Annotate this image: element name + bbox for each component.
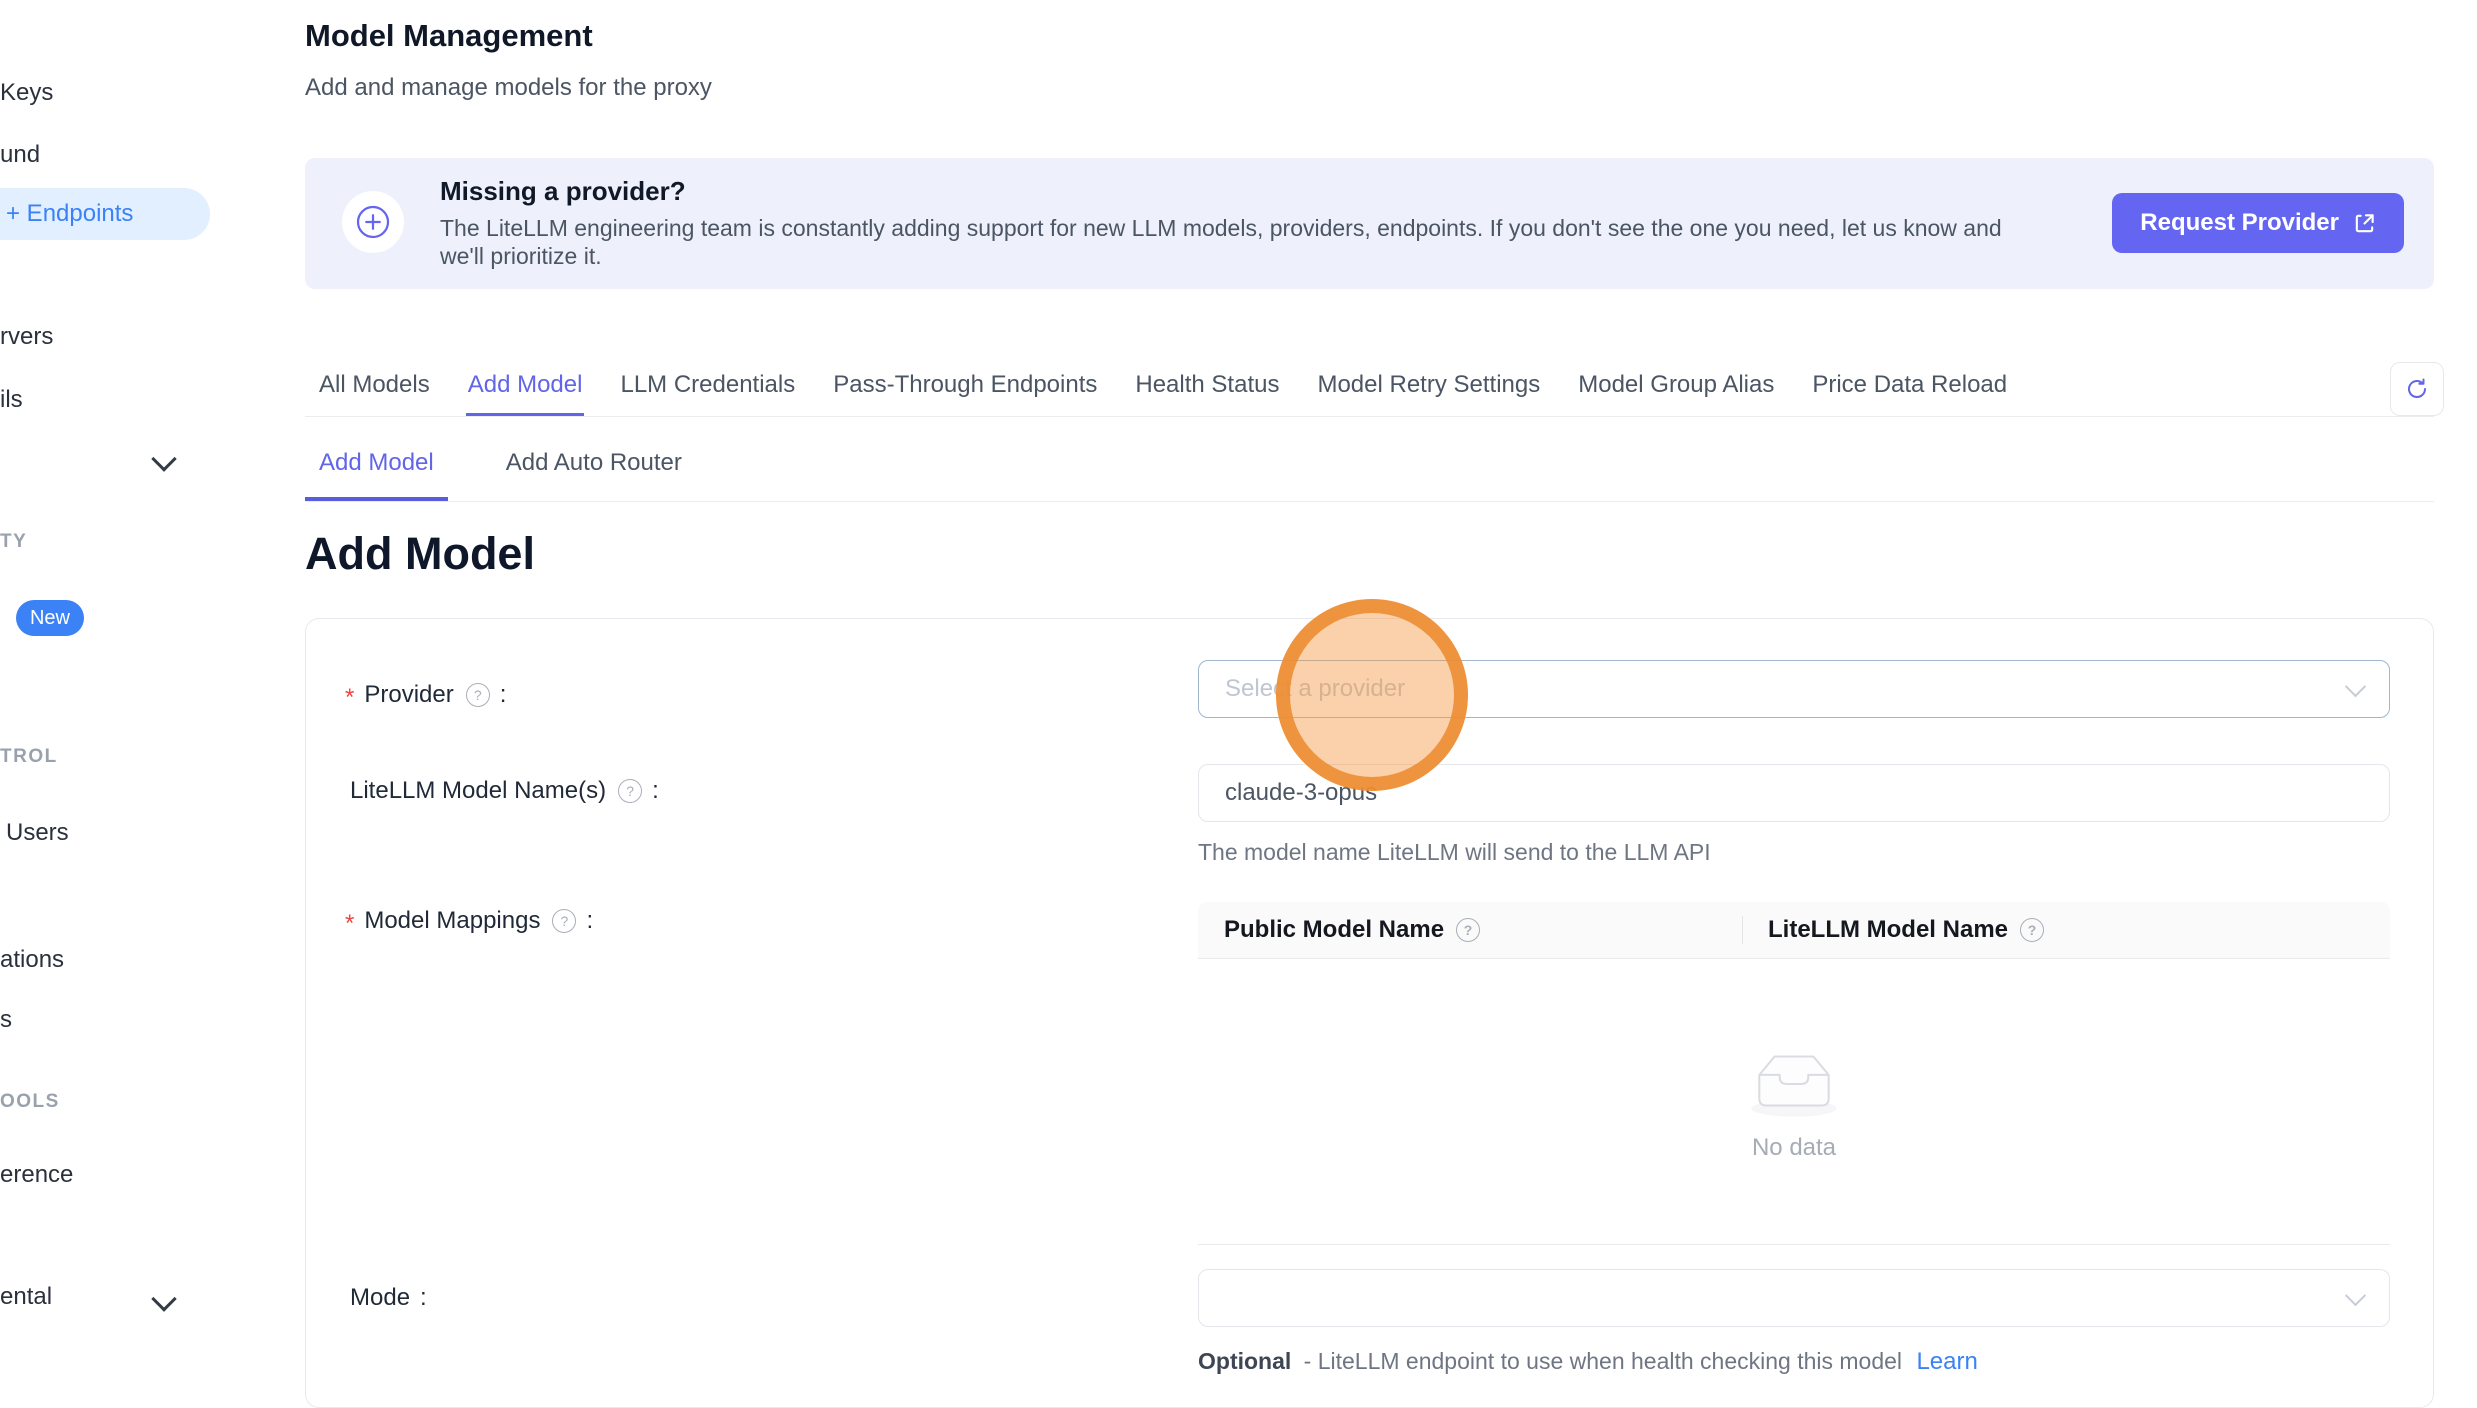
mode-helper-text: - LiteLLM endpoint to use when health ch… bbox=[1304, 1348, 1902, 1374]
mode-helper: Optional - LiteLLM endpoint to use when … bbox=[1198, 1348, 1978, 1376]
mode-label: Mode bbox=[350, 1284, 410, 1312]
tab-price-data-reload[interactable]: Price Data Reload bbox=[1810, 365, 2009, 416]
provider-label-row: * Provider : bbox=[345, 681, 506, 709]
sidebar-section-observability: TY bbox=[0, 531, 27, 553]
subtab-add-model[interactable]: Add Model bbox=[305, 447, 448, 501]
model-name-helper: The model name LiteLLM will send to the … bbox=[1198, 839, 1711, 866]
tab-health-status[interactable]: Health Status bbox=[1133, 365, 1281, 416]
tab-model-group-alias[interactable]: Model Group Alias bbox=[1576, 365, 1776, 416]
banner-title: Missing a provider? bbox=[440, 176, 686, 207]
model-name-input[interactable]: claude-3-opus bbox=[1198, 764, 2390, 822]
add-model-heading: Add Model bbox=[305, 528, 535, 580]
label-colon: : bbox=[652, 777, 659, 805]
refresh-icon bbox=[2405, 377, 2429, 401]
model-mappings-table: Public Model Name LiteLLM Model Name No … bbox=[1198, 902, 2390, 1245]
subtab-add-auto-router[interactable]: Add Auto Router bbox=[492, 447, 696, 501]
label-colon: : bbox=[586, 907, 593, 935]
new-badge-label: New bbox=[30, 607, 70, 630]
sidebar-section-access-control: TROL bbox=[0, 746, 58, 768]
sidebar-item-playground[interactable]: und bbox=[0, 141, 40, 169]
mode-select[interactable] bbox=[1198, 1269, 2390, 1327]
plus-circle-icon bbox=[342, 191, 404, 253]
tab-llm-credentials[interactable]: LLM Credentials bbox=[618, 365, 797, 416]
chevron-down-icon[interactable] bbox=[151, 446, 176, 471]
request-provider-button[interactable]: Request Provider bbox=[2112, 193, 2404, 253]
help-icon[interactable] bbox=[552, 909, 576, 933]
sidebar-item-internal-users[interactable]: Users bbox=[6, 819, 69, 847]
sidebar-item-organizations[interactable]: ations bbox=[0, 946, 64, 974]
no-data-text: No data bbox=[1752, 1134, 1836, 1162]
column-label: Public Model Name bbox=[1224, 916, 1444, 944]
empty-box-icon bbox=[1743, 1042, 1845, 1122]
tab-all-models[interactable]: All Models bbox=[317, 365, 432, 416]
banner-body-line2: we'll prioritize it. bbox=[440, 243, 602, 270]
provider-placeholder: Select a provider bbox=[1225, 675, 1405, 703]
page-subtitle: Add and manage models for the proxy bbox=[305, 74, 712, 102]
refresh-button[interactable] bbox=[2390, 362, 2444, 416]
tab-add-model[interactable]: Add Model bbox=[466, 365, 585, 416]
sidebar-section-tools: OOLS bbox=[0, 1091, 60, 1113]
add-model-subtabs: Add Model Add Auto Router bbox=[305, 447, 2434, 502]
help-icon[interactable] bbox=[1456, 918, 1480, 942]
mode-label-row: Mode : bbox=[350, 1284, 427, 1312]
external-link-icon bbox=[2353, 212, 2376, 235]
sidebar-item-experimental[interactable]: ental bbox=[0, 1283, 52, 1311]
label-colon: : bbox=[500, 681, 507, 709]
provider-label: Provider bbox=[364, 681, 453, 709]
sidebar: Keys und + Endpoints rvers ils TY New TR… bbox=[0, 0, 212, 1385]
sidebar-item-mcp-servers[interactable]: rvers bbox=[0, 323, 53, 351]
provider-select[interactable]: Select a provider bbox=[1198, 660, 2390, 718]
help-icon[interactable] bbox=[466, 683, 490, 707]
learn-link[interactable]: Learn bbox=[1916, 1348, 1977, 1375]
model-mappings-label-row: * Model Mappings : bbox=[345, 907, 593, 935]
chevron-down-icon bbox=[2345, 676, 2366, 697]
chevron-down-icon[interactable] bbox=[151, 1286, 176, 1311]
required-asterisk: * bbox=[345, 684, 354, 712]
help-icon[interactable] bbox=[2020, 918, 2044, 942]
table-header-row: Public Model Name LiteLLM Model Name bbox=[1198, 902, 2390, 959]
column-header-public-model-name: Public Model Name bbox=[1198, 916, 1742, 944]
missing-provider-banner: Missing a provider? The LiteLLM engineer… bbox=[305, 158, 2434, 289]
mode-helper-optional: Optional bbox=[1198, 1348, 1291, 1374]
tab-passthrough-endpoints[interactable]: Pass-Through Endpoints bbox=[831, 365, 1099, 416]
page-title: Model Management bbox=[305, 18, 593, 54]
required-asterisk: * bbox=[345, 910, 354, 938]
sidebar-item-inference[interactable]: erence bbox=[0, 1161, 73, 1189]
banner-body-line1: The LiteLLM engineering team is constant… bbox=[440, 215, 2002, 242]
label-colon: : bbox=[420, 1284, 427, 1312]
column-header-litellm-model-name: LiteLLM Model Name bbox=[1742, 916, 2044, 944]
sidebar-item-teams[interactable]: s bbox=[0, 1006, 12, 1034]
help-icon[interactable] bbox=[618, 779, 642, 803]
chevron-down-icon bbox=[2345, 1285, 2366, 1306]
model-name-value: claude-3-opus bbox=[1225, 779, 1377, 807]
table-empty-state: No data bbox=[1198, 959, 2390, 1245]
column-label: LiteLLM Model Name bbox=[1768, 916, 2008, 944]
model-tabs: All Models Add Model LLM Credentials Pas… bbox=[305, 365, 2434, 417]
sidebar-item-virtual-keys[interactable]: Keys bbox=[0, 79, 53, 107]
request-provider-label: Request Provider bbox=[2140, 209, 2339, 237]
model-name-label-row: LiteLLM Model Name(s) : bbox=[350, 777, 659, 805]
new-badge[interactable]: New bbox=[16, 600, 84, 636]
tab-model-retry-settings[interactable]: Model Retry Settings bbox=[1315, 365, 1542, 416]
column-divider bbox=[1742, 916, 1743, 944]
sidebar-item-label: + Endpoints bbox=[6, 200, 133, 228]
model-mappings-label: Model Mappings bbox=[364, 907, 540, 935]
sidebar-item-passthrough-endpoints-active[interactable]: + Endpoints bbox=[0, 188, 210, 240]
model-name-label: LiteLLM Model Name(s) bbox=[350, 777, 606, 805]
sidebar-item-trails[interactable]: ils bbox=[0, 386, 23, 414]
